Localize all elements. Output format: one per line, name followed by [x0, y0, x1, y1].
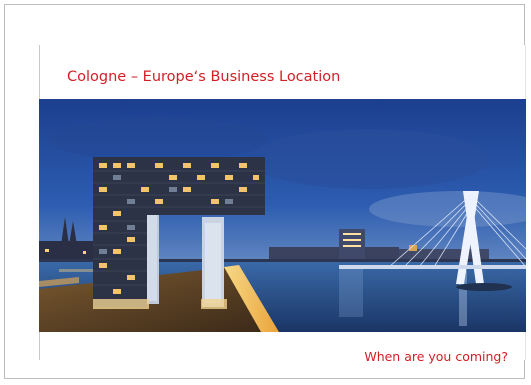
slide: Cologne – Europe‘s Business Location Whe…	[39, 45, 526, 364]
slide-tagline: When are you coming?	[364, 349, 508, 364]
photo-cologne-skyline	[39, 99, 526, 332]
viewer-frame: Cologne – Europe‘s Business Location Whe…	[4, 4, 526, 379]
slide-title: Cologne – Europe‘s Business Location	[67, 69, 341, 85]
